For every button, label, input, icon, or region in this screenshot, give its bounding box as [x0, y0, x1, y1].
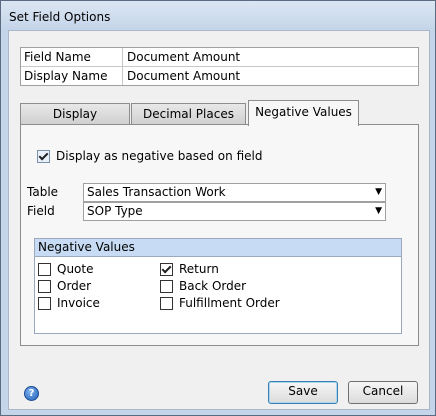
field-select[interactable]: SOP Type ▼ — [83, 202, 386, 221]
save-button[interactable]: Save — [268, 381, 338, 404]
table-select[interactable]: Sales Transaction Work ▼ — [83, 183, 386, 202]
field-name-value: Document Amount — [123, 48, 418, 66]
fulfillment-order-checkbox-row[interactable]: Fulfillment Order — [160, 296, 280, 310]
quote-checkbox-row[interactable]: Quote — [38, 262, 93, 276]
fulfillment-order-checkbox[interactable] — [160, 297, 173, 310]
tab-display[interactable]: Display — [20, 103, 130, 125]
display-negative-checkbox-row[interactable]: Display as negative based on field — [37, 149, 262, 163]
cancel-button[interactable]: Cancel — [348, 381, 418, 404]
negative-values-panel: Display as negative based on field Table… — [20, 124, 419, 346]
window-title: Set Field Options — [9, 10, 111, 24]
negative-values-header: Negative Values — [35, 239, 401, 257]
invoice-checkbox[interactable] — [38, 297, 51, 310]
return-checkbox[interactable] — [160, 263, 173, 276]
chevron-down-icon: ▼ — [375, 206, 382, 216]
order-checkbox-row[interactable]: Order — [38, 279, 91, 293]
field-label: Field — [27, 204, 55, 218]
display-name-input[interactable]: Document Amount — [123, 67, 418, 85]
display-negative-checkbox[interactable] — [37, 150, 50, 163]
return-checkbox-row[interactable]: Return — [160, 262, 219, 276]
fulfillment-order-label: Fulfillment Order — [179, 296, 280, 310]
set-field-options-window: Set Field Options Field Name Document Am… — [0, 0, 436, 416]
invoice-checkbox-row[interactable]: Invoice — [38, 296, 100, 310]
return-label: Return — [179, 262, 219, 276]
back-order-checkbox[interactable] — [160, 280, 173, 293]
table-label: Table — [27, 185, 59, 199]
tab-negative-values[interactable]: Negative Values — [248, 100, 359, 126]
display-name-row: Display Name Document Amount — [21, 67, 418, 85]
field-select-value: SOP Type — [87, 204, 143, 218]
help-icon[interactable]: ? — [24, 386, 39, 401]
order-label: Order — [57, 279, 92, 293]
quote-checkbox[interactable] — [38, 263, 51, 276]
dialog-body: Field Name Document Amount Display Name … — [8, 30, 430, 410]
negative-values-box: Negative Values Quote Order Invoice Retu… — [34, 238, 402, 334]
title-bar: Set Field Options — [1, 1, 435, 31]
display-name-label: Display Name — [21, 67, 123, 85]
display-negative-label: Display as negative based on field — [56, 149, 263, 163]
field-name-label: Field Name — [21, 48, 123, 66]
field-grid: Field Name Document Amount Display Name … — [20, 47, 419, 86]
order-checkbox[interactable] — [38, 280, 51, 293]
tab-decimal-places[interactable]: Decimal Places — [131, 103, 246, 125]
table-select-value: Sales Transaction Work — [87, 185, 226, 199]
field-name-row: Field Name Document Amount — [21, 48, 418, 67]
quote-label: Quote — [57, 262, 94, 276]
back-order-label: Back Order — [179, 279, 247, 293]
back-order-checkbox-row[interactable]: Back Order — [160, 279, 246, 293]
chevron-down-icon: ▼ — [375, 187, 382, 197]
invoice-label: Invoice — [57, 296, 100, 310]
